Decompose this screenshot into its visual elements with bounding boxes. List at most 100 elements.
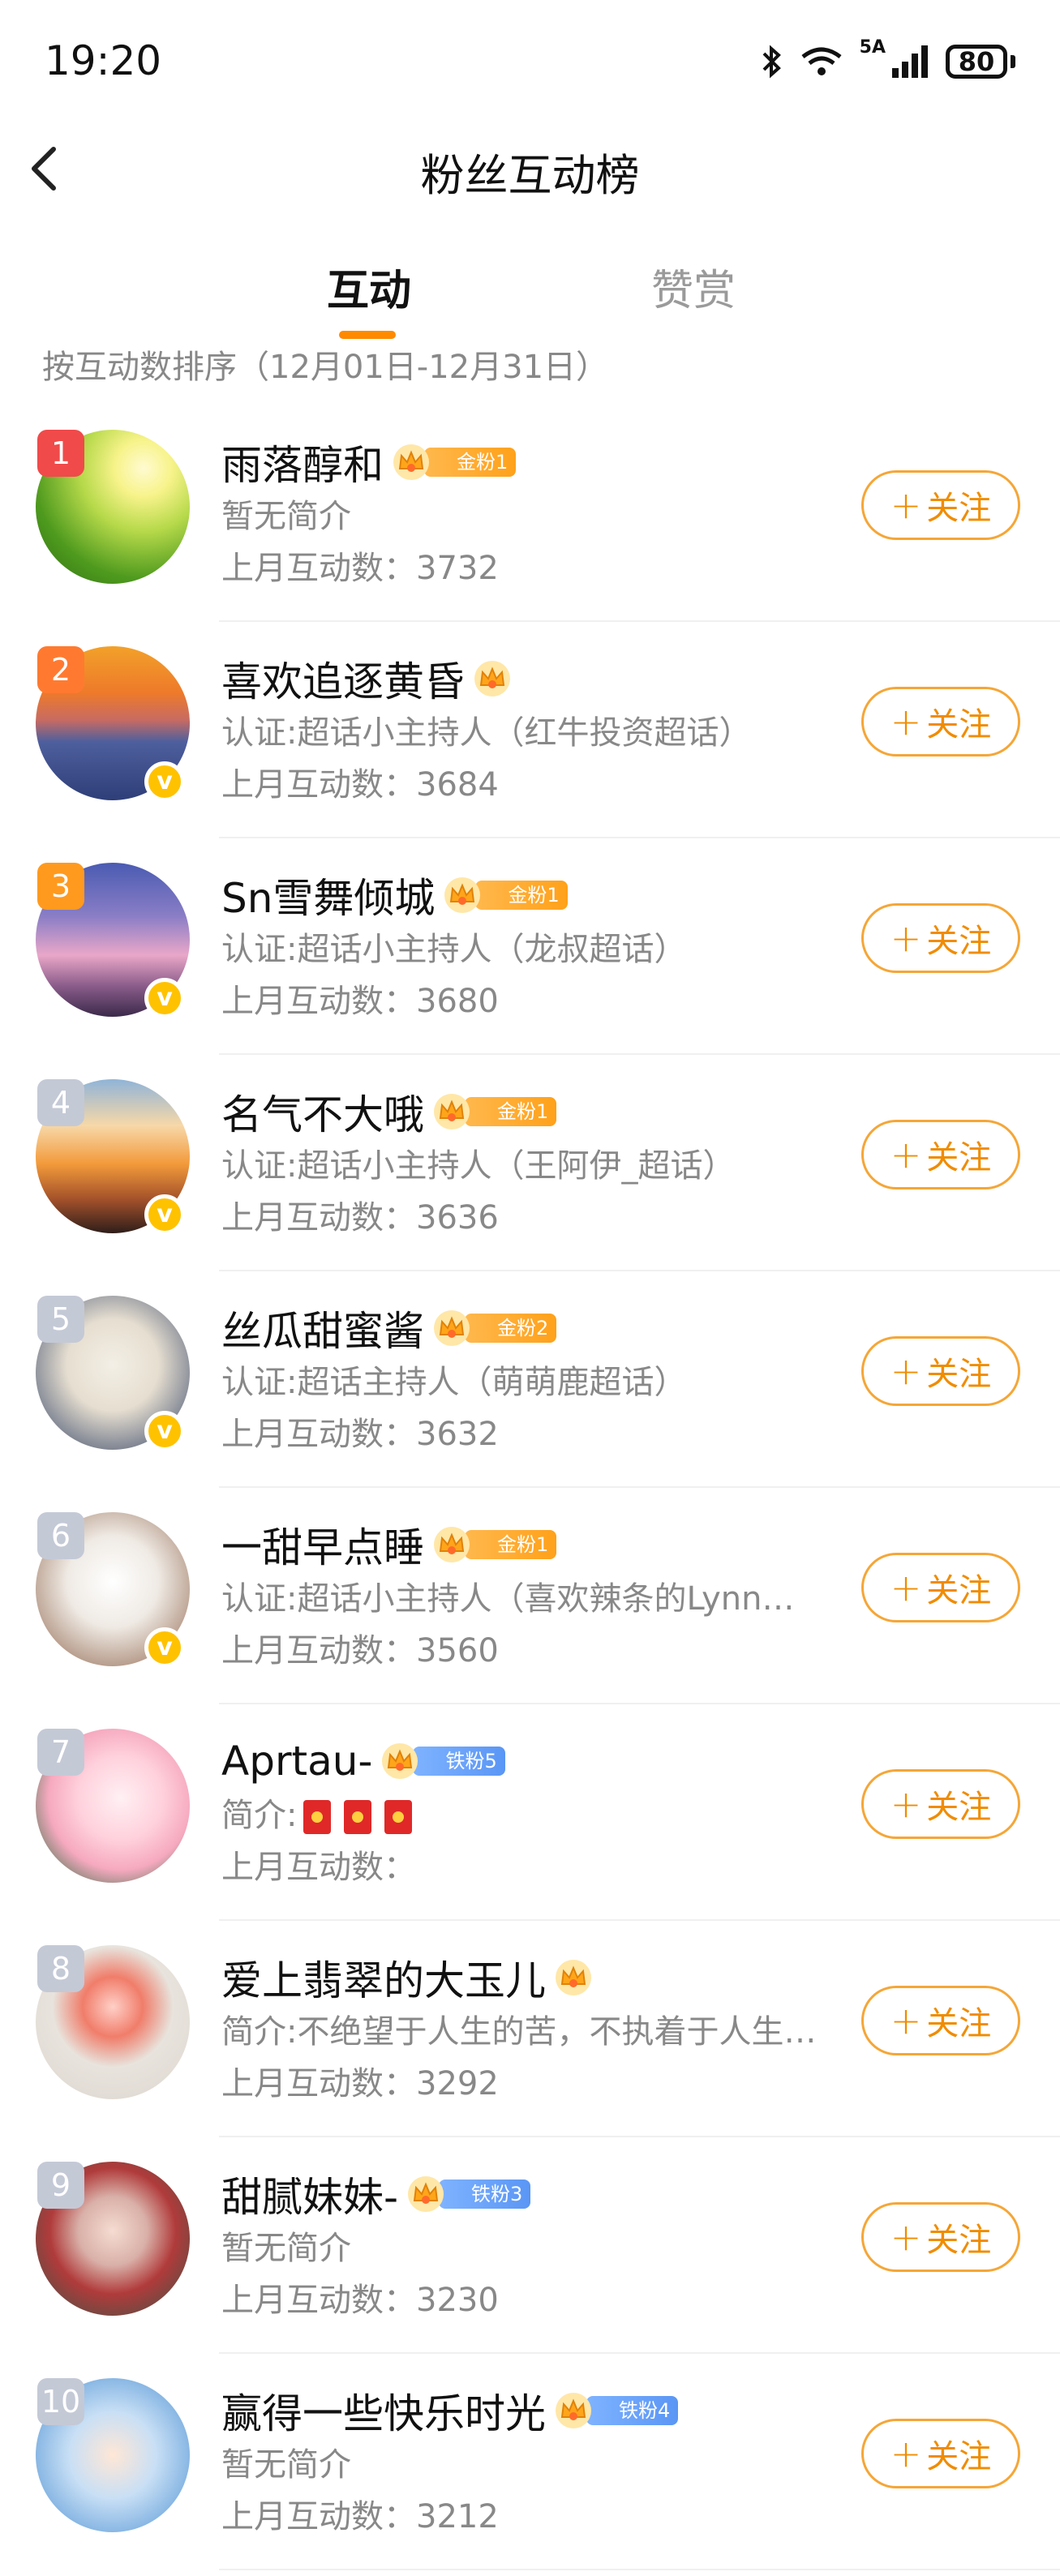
follow-button[interactable]: + 关注 — [861, 687, 1020, 757]
follow-button[interactable]: + 关注 — [861, 1120, 1020, 1189]
follow-button[interactable]: + 关注 — [861, 470, 1020, 540]
follow-label: 关注 — [926, 1139, 992, 1177]
fan-name[interactable]: 喜欢追逐黄昏 — [221, 649, 465, 708]
follow-button[interactable]: + 关注 — [861, 1769, 1020, 1839]
battery-indicator: 80 — [946, 45, 1007, 79]
fan-intro-text: 认证:超话小主持人（红牛投资超话） — [221, 714, 752, 752]
fan-row[interactable]: 1 雨落醇和 金粉1 暂无简介 上月互动数：3732 + 关注 — [0, 405, 1060, 622]
follow-button[interactable]: + 关注 — [861, 1336, 1020, 1406]
fan-name[interactable]: 名气不大哦 — [221, 1082, 424, 1141]
fan-level-label: 金粉1 — [465, 1097, 557, 1126]
fan-count: 3292 — [416, 2065, 499, 2102]
tab-reward[interactable]: 赞赏 — [641, 256, 746, 317]
follow-label: 关注 — [926, 923, 992, 960]
fan-intro-text: 暂无简介 — [221, 498, 351, 535]
fan-name[interactable]: Sn雪舞倾城 — [221, 866, 435, 924]
count-prefix: 上月互动数： — [221, 550, 416, 587]
plus-icon: + — [890, 1566, 922, 1609]
fan-row[interactable]: 8 爱上翡翠的大玉儿 简介:不绝望于人生的苦，不执着于人生… 上月互动数：329… — [0, 1921, 1060, 2137]
fan-row[interactable]: 7 Aprtau- 铁粉5 简介: 上月互动数： + 关注 — [0, 1704, 1060, 1921]
fan-name[interactable]: 赢得一些快乐时光 — [221, 2381, 546, 2440]
status-icons: 5A 80 — [761, 37, 1015, 86]
fan-name[interactable]: 一甜早点睡 — [221, 1515, 424, 1574]
fan-intro: 认证:超话小主持人（龙叔超话） — [221, 923, 686, 970]
fan-level-label: 铁粉3 — [439, 2180, 531, 2209]
crown-icon — [556, 2393, 591, 2428]
fan-intro: 认证:超话主持人（萌萌鹿超话） — [221, 1356, 686, 1403]
count-prefix: 上月互动数： — [221, 1199, 416, 1237]
red-packet-icon — [384, 1800, 413, 1834]
fan-name[interactable]: 丝瓜甜蜜酱 — [221, 1299, 424, 1357]
sort-note: 按互动数排序（12月01日-12月31日） — [42, 349, 609, 386]
fan-name-line: 喜欢追逐黄昏 — [221, 651, 512, 706]
nav-bar: 粉丝互动榜 — [0, 122, 1060, 211]
fan-count-line: 上月互动数：3732 — [221, 542, 499, 589]
fan-row[interactable]: 2 v 喜欢追逐黄昏 认证:超话小主持人（红牛投资超话） 上月互动数：3684 … — [0, 622, 1060, 838]
fan-level-badge: 金粉2 — [432, 1309, 557, 1348]
tab-bar: 互动 赞赏 — [0, 243, 1060, 349]
fan-level-badge — [554, 1958, 593, 1997]
page-title: 粉丝互动榜 — [420, 150, 640, 201]
plus-icon: + — [890, 1349, 922, 1393]
fan-name-line: 赢得一些快乐时光 铁粉4 — [221, 2381, 679, 2440]
follow-button[interactable]: + 关注 — [861, 1986, 1020, 2055]
verified-icon: v — [144, 1194, 185, 1235]
fan-level-label: 金粉2 — [465, 1314, 557, 1343]
rank-badge: 5 — [37, 1296, 84, 1343]
fan-row[interactable]: 5 v 丝瓜甜蜜酱 金粉2 认证:超话主持人（萌萌鹿超话） 上月互动数：3632… — [0, 1271, 1060, 1488]
rank-badge: 9 — [37, 2162, 84, 2209]
fan-row[interactable]: 3 v Sn雪舞倾城 金粉1 认证:超话小主持人（龙叔超话） 上月互动数：368… — [0, 838, 1060, 1055]
fan-row[interactable]: 10 赢得一些快乐时光 铁粉4 暂无简介 上月互动数：3212 + 关注 — [0, 2354, 1060, 2570]
plus-icon: + — [890, 1999, 922, 2042]
fan-intro-text: 暂无简介 — [221, 2446, 351, 2484]
fan-row[interactable]: 4 v 名气不大哦 金粉1 认证:超话小主持人（王阿伊_超话） 上月互动数：36… — [0, 1055, 1060, 1271]
plus-icon: + — [890, 2215, 922, 2259]
fan-row[interactable]: 9 甜腻妹妹- 铁粉3 暂无简介 上月互动数：3230 + 关注 — [0, 2137, 1060, 2354]
fan-intro: 简介: — [221, 1789, 418, 1836]
follow-label: 关注 — [926, 2438, 992, 2475]
follow-button[interactable]: + 关注 — [861, 2419, 1020, 2488]
plus-icon: + — [890, 1782, 922, 1826]
count-prefix: 上月互动数： — [221, 2282, 416, 2319]
fan-level-badge: 金粉1 — [392, 443, 517, 482]
follow-button[interactable]: + 关注 — [861, 2202, 1020, 2272]
fan-name[interactable]: 甜腻妹妹- — [221, 2165, 398, 2223]
fan-count: 3560 — [416, 1632, 499, 1669]
follow-button[interactable]: + 关注 — [861, 1553, 1020, 1622]
count-prefix: 上月互动数： — [221, 1849, 416, 1886]
fan-name[interactable]: 爱上翡翠的大玉儿 — [221, 1948, 546, 2007]
plus-icon: + — [890, 483, 922, 527]
follow-label: 关注 — [926, 2222, 992, 2259]
fan-name-line: 名气不大哦 金粉1 — [221, 1082, 557, 1141]
signal-icon — [892, 45, 928, 78]
follow-label: 关注 — [926, 706, 992, 744]
fan-count: 3636 — [416, 1199, 499, 1237]
plus-icon: + — [890, 916, 922, 960]
fan-count-line: 上月互动数：3636 — [221, 1191, 499, 1238]
fan-count: 3230 — [416, 2282, 499, 2319]
crown-icon — [434, 1527, 470, 1562]
fan-count-line: 上月互动数：3680 — [221, 975, 499, 1022]
fan-intro: 暂无简介 — [221, 2438, 351, 2485]
fan-name[interactable]: Aprtau- — [221, 1738, 372, 1785]
fan-count-line: 上月互动数：3212 — [221, 2490, 499, 2537]
fan-count: 3680 — [416, 983, 499, 1020]
fan-level-label: 金粉1 — [465, 1530, 557, 1559]
follow-button[interactable]: + 关注 — [861, 903, 1020, 973]
fan-row[interactable]: 6 v 一甜早点睡 金粉1 认证:超话小主持人（喜欢辣条的Lynn超… 上月互动… — [0, 1488, 1060, 1704]
red-packet-icon — [303, 1800, 332, 1834]
bluetooth-icon — [762, 45, 781, 79]
fan-intro-text: 认证:超话小主持人（喜欢辣条的Lynn超… — [221, 1580, 822, 1618]
count-prefix: 上月互动数： — [221, 2065, 416, 2102]
verified-icon: v — [144, 1411, 185, 1451]
network-type-label: 5A — [859, 37, 886, 58]
follow-label: 关注 — [926, 490, 992, 527]
fan-name[interactable]: 雨落醇和 — [221, 433, 384, 491]
fan-intro-text: 认证:超话主持人（萌萌鹿超话） — [221, 1364, 687, 1401]
status-bar: 19:20 5A 80 — [0, 0, 1060, 122]
crown-icon — [408, 2176, 444, 2212]
fan-intro-text: 认证:超话小主持人（王阿伊_超话） — [221, 1147, 736, 1185]
plus-icon: + — [890, 700, 922, 744]
tab-interaction[interactable]: 互动 — [316, 256, 422, 317]
follow-label: 关注 — [926, 2005, 992, 2042]
